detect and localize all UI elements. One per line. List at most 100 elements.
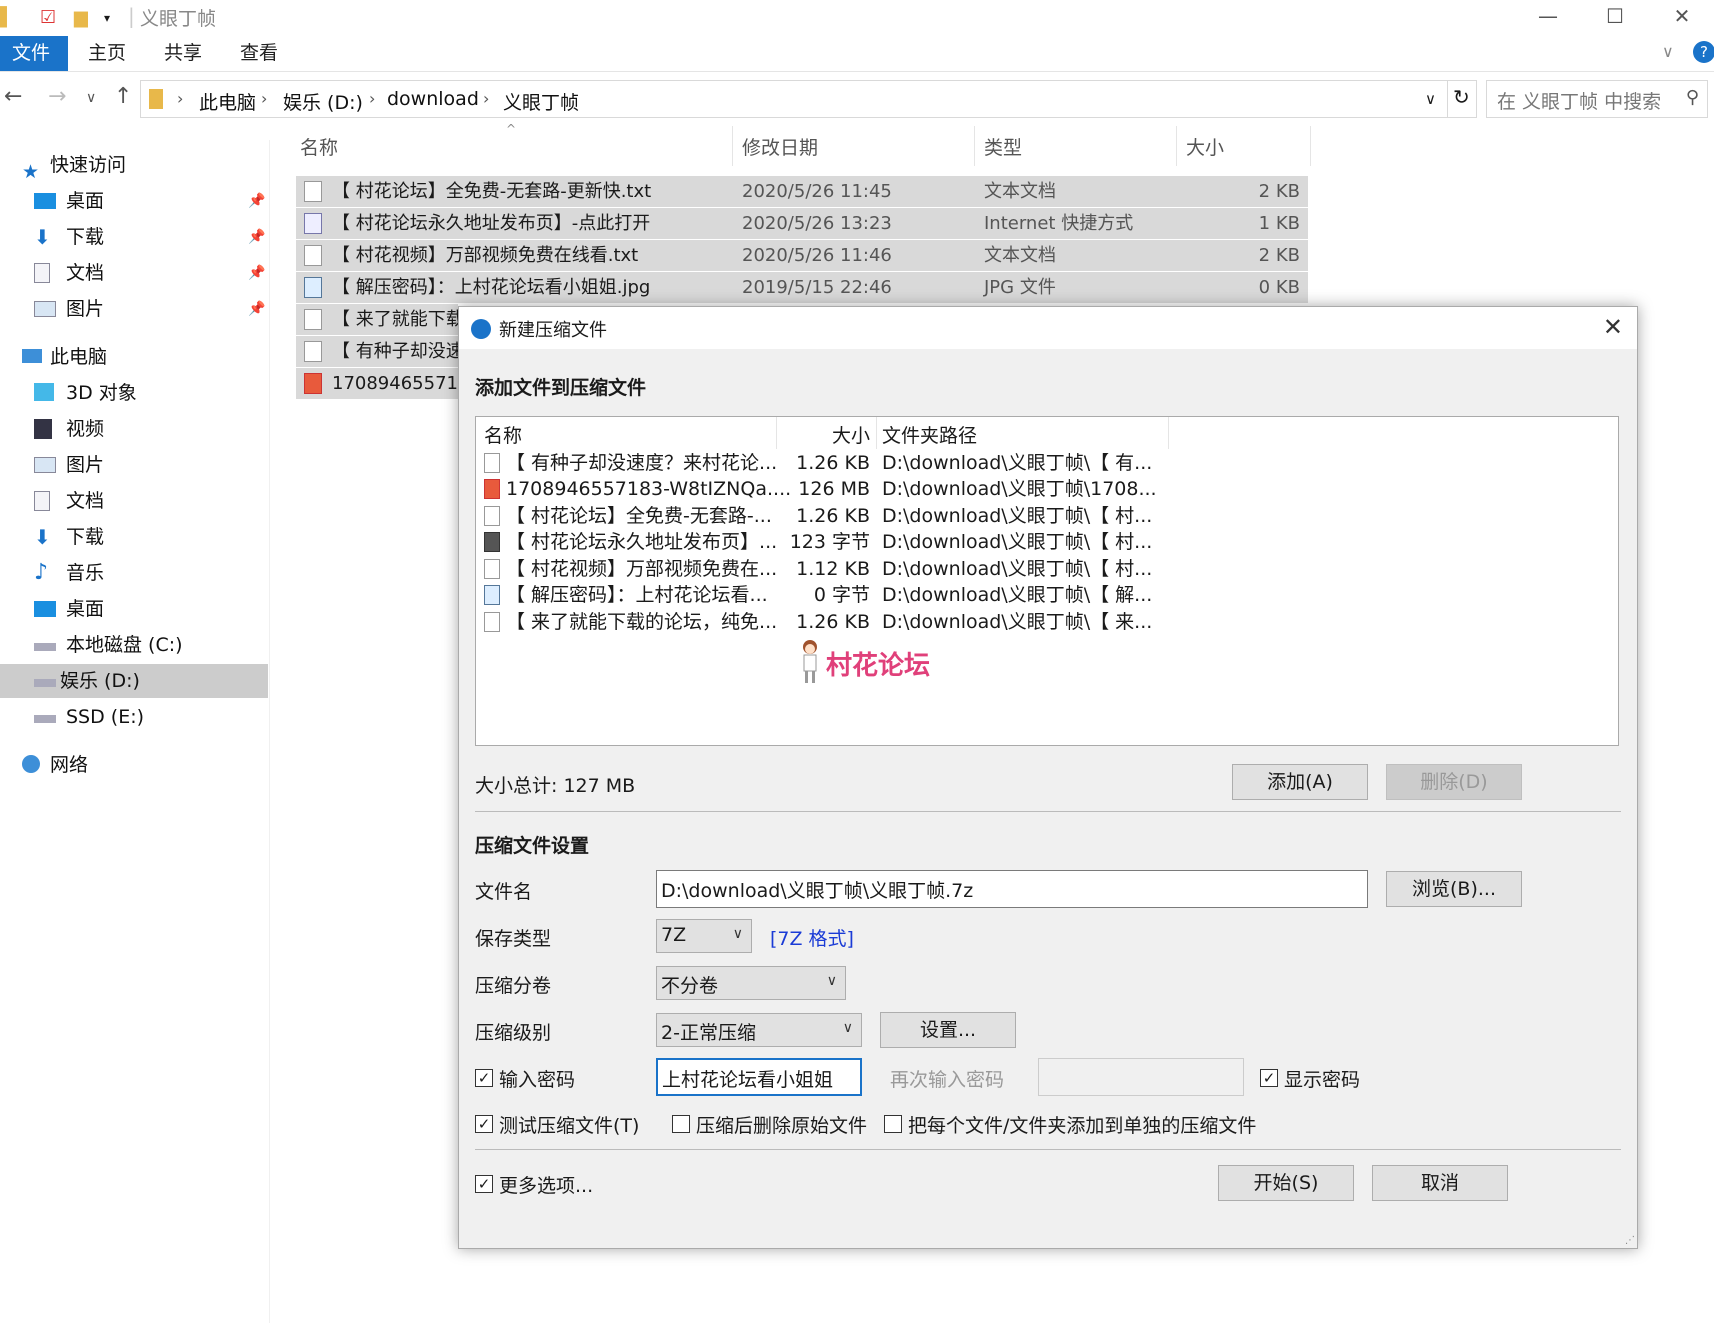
column-divider[interactable]	[974, 126, 975, 166]
pin-icon[interactable]: 📌	[248, 256, 265, 290]
tab-file[interactable]: 文件	[0, 36, 68, 71]
pin-icon[interactable]: 📌	[248, 184, 265, 218]
column-type[interactable]: 类型	[984, 130, 1022, 166]
nav-this-pc[interactable]: 此电脑	[22, 340, 290, 374]
breadcrumb-drive-d[interactable]: 娱乐 (D:)	[283, 88, 363, 115]
test-archive-checkbox[interactable]: ✓	[475, 1115, 493, 1133]
address-history-icon[interactable]: ∨	[1425, 90, 1436, 108]
file-row[interactable]: 【 来了就能下载	[296, 304, 464, 335]
nav-drive-d[interactable]: 娱乐 (D:)	[0, 664, 268, 698]
tab-share[interactable]: 共享	[146, 36, 220, 71]
nav-videos[interactable]: 视频	[34, 412, 302, 446]
search-icon[interactable]: ⚲	[1686, 87, 1699, 108]
show-password-checkbox[interactable]: ✓	[1260, 1069, 1278, 1087]
breadcrumb-current[interactable]: 义眼丁帧	[503, 88, 579, 115]
resize-grip-icon[interactable]: ⋰	[1625, 1235, 1635, 1246]
password-input[interactable]: 上村花论坛看小姐姐	[656, 1058, 862, 1096]
maximize-button[interactable]: ☐	[1585, 2, 1645, 32]
delete-after-checkbox[interactable]	[672, 1115, 690, 1133]
nav-network[interactable]: 网络	[22, 748, 290, 782]
file-row[interactable]: 【 村花论坛永久地址发布页】-点此打开 2020/5/26 13:23 Intern…	[296, 208, 1308, 239]
start-button[interactable]: 开始(S)	[1218, 1165, 1354, 1201]
delete-after-label[interactable]: 压缩后删除原始文件	[696, 1111, 867, 1138]
more-options-label[interactable]: 更多选项...	[499, 1171, 593, 1198]
settings-button[interactable]: 设置...	[880, 1012, 1016, 1048]
add-button[interactable]: 添加(A)	[1232, 764, 1368, 800]
column-divider[interactable]	[1310, 126, 1311, 166]
address-box[interactable]: › 此电脑 › 娱乐 (D:) › download › 义眼丁帧 ∨ ↻	[140, 80, 1477, 118]
test-archive-label[interactable]: 测试压缩文件(T)	[499, 1111, 639, 1138]
file-row[interactable]: 【 解压密码】：上村花论坛看小姐姐.jpg 2019/5/15 22:46 JPG …	[296, 272, 1308, 303]
breadcrumb-separator[interactable]: ›	[483, 89, 489, 108]
list-column-name[interactable]: 名称	[484, 421, 522, 448]
nav-pictures-pinned[interactable]: 图片 📌	[34, 292, 302, 326]
pin-icon[interactable]: 📌	[248, 292, 265, 326]
nav-downloads[interactable]: ⬇ 下载	[34, 520, 302, 554]
nav-downloads-pinned[interactable]: ⬇ 下载 📌	[34, 220, 302, 254]
breadcrumb-separator[interactable]: ›	[177, 89, 183, 108]
cancel-button[interactable]: 取消	[1372, 1165, 1508, 1201]
minimize-button[interactable]: —	[1518, 2, 1578, 32]
more-options-checkbox[interactable]: ✓	[475, 1175, 493, 1193]
nav-drive-c[interactable]: 本地磁盘 (C:)	[34, 628, 302, 662]
show-password-label[interactable]: 显示密码	[1284, 1065, 1360, 1092]
each-file-checkbox[interactable]	[884, 1115, 902, 1133]
refresh-icon[interactable]: ↻	[1453, 85, 1470, 109]
password-checkbox-label[interactable]: 输入密码	[499, 1065, 575, 1092]
breadcrumb-separator[interactable]: ›	[261, 89, 267, 108]
column-size[interactable]: 大小	[1186, 130, 1224, 166]
nav-desktop[interactable]: 桌面	[34, 592, 302, 626]
list-item[interactable]: 【 村花论坛永久地址发布页】... 123 字节 D:\download\义眼丁帧\…	[476, 528, 1616, 557]
list-column-path[interactable]: 文件夹路径	[882, 421, 977, 448]
new-folder-icon[interactable]: ▆	[74, 7, 88, 28]
dialog-close-icon[interactable]: ✕	[1603, 313, 1623, 341]
file-row[interactable]: 170894655718	[296, 368, 469, 399]
nav-pictures[interactable]: 图片	[34, 448, 302, 482]
expand-ribbon-icon[interactable]: ∨	[1662, 42, 1674, 61]
file-row[interactable]: 【 有种子却没速	[296, 336, 464, 367]
nav-music[interactable]: ♪ 音乐	[34, 556, 302, 590]
save-type-select[interactable]: 7Z ∨	[656, 919, 752, 953]
column-date[interactable]: 修改日期	[742, 130, 818, 166]
file-row[interactable]: 【 村花论坛】全免费-无套路-更新快.txt 2020/5/26 11:45 文本文…	[296, 176, 1308, 207]
back-icon[interactable]: ←	[4, 84, 22, 109]
pin-icon[interactable]: 📌	[248, 220, 265, 254]
nav-3d-objects[interactable]: 3D 对象	[34, 376, 302, 410]
forward-icon[interactable]: →	[48, 84, 66, 109]
list-column-size[interactable]: 大小	[832, 421, 870, 448]
nav-quick-access[interactable]: ★ 快速访问	[22, 148, 290, 183]
level-select[interactable]: 2-正常压缩 ∨	[656, 1013, 862, 1047]
column-divider[interactable]	[1176, 126, 1177, 166]
list-item[interactable]: 【 村花论坛】全免费-无套路-... 1.26 KB D:\download\义眼丁…	[476, 502, 1616, 531]
list-item[interactable]: 【 有种子却没速度？来村花论... 1.26 KB D:\download\义眼丁帧…	[476, 449, 1616, 478]
search-input[interactable]: 在 义眼丁帧 中搜索 ⚲	[1486, 80, 1708, 118]
tab-view[interactable]: 查看	[222, 36, 296, 71]
file-row[interactable]: 【 村花视频】万部视频免费在线看.txt 2020/5/26 11:46 文本文档 2…	[296, 240, 1308, 271]
breadcrumb-separator[interactable]: ›	[369, 89, 375, 108]
list-column-divider[interactable]	[776, 417, 777, 449]
list-column-divider[interactable]	[1168, 417, 1169, 449]
split-select[interactable]: 不分卷 ∨	[656, 966, 846, 1000]
help-icon[interactable]: ?	[1693, 41, 1714, 63]
breadcrumb-this-pc[interactable]: 此电脑	[199, 88, 256, 115]
nav-documents-pinned[interactable]: 文档 📌	[34, 256, 302, 290]
filename-input[interactable]: D:\download\义眼丁帧\义眼丁帧.7z	[656, 870, 1368, 908]
archive-file-list[interactable]: 名称 大小 文件夹路径 【 有种子却没速度？来村花论... 1.26 KB D:\d…	[475, 416, 1619, 746]
nav-desktop-pinned[interactable]: 桌面 📌	[34, 184, 302, 218]
properties-icon[interactable]: ☑	[40, 7, 56, 28]
nav-documents[interactable]: 文档	[34, 484, 302, 518]
tab-home[interactable]: 主页	[70, 36, 144, 71]
list-item[interactable]: 1708946557183-W8tIZNQa.... 126 MB D:\downl…	[476, 475, 1616, 504]
customize-toolbar-icon[interactable]: ▾	[104, 11, 110, 25]
close-button[interactable]: ✕	[1652, 2, 1712, 32]
format-link[interactable]: [7Z 格式]	[770, 924, 854, 951]
recent-locations-icon[interactable]: ∨	[86, 90, 96, 106]
browse-button[interactable]: 浏览(B)...	[1386, 871, 1522, 907]
list-item[interactable]: 【 村花视频】万部视频免费在... 1.12 KB D:\download\义眼丁帧…	[476, 555, 1616, 584]
column-name[interactable]: 名称	[300, 130, 338, 166]
list-column-divider[interactable]	[876, 417, 877, 449]
nav-drive-e[interactable]: SSD (E:)	[34, 700, 302, 734]
up-icon[interactable]: ↑	[114, 84, 132, 109]
breadcrumb-download[interactable]: download	[387, 88, 479, 110]
repeat-password-input[interactable]	[1038, 1058, 1244, 1096]
